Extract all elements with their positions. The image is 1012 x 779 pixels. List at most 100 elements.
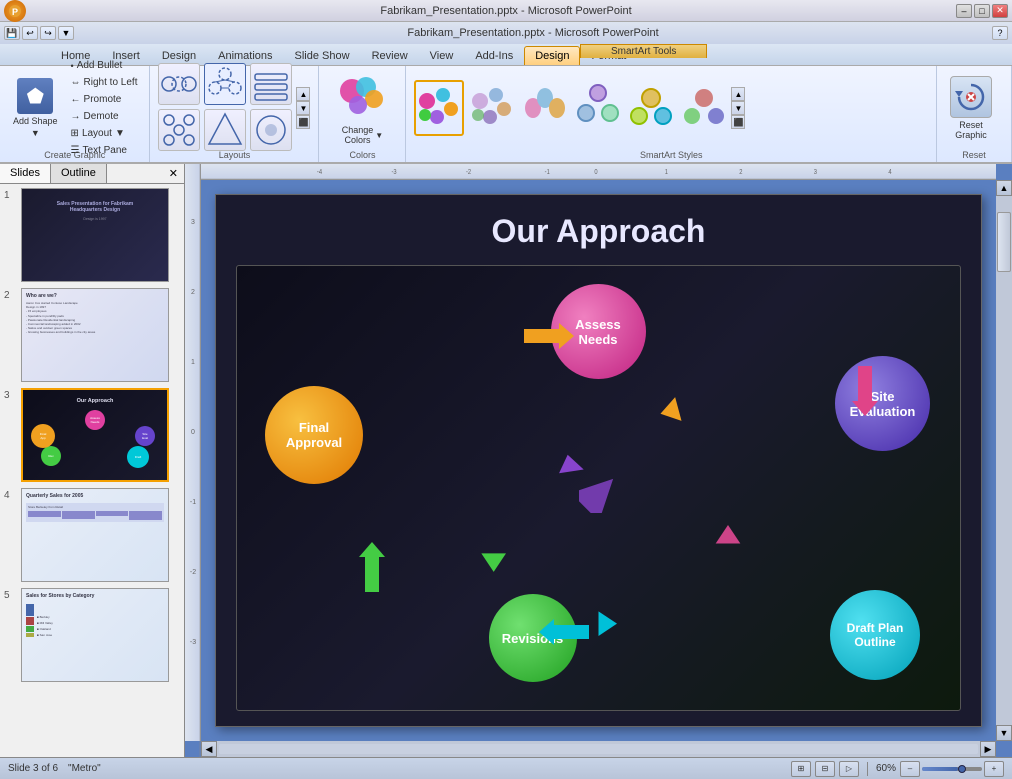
reset-graphic-button[interactable]: ResetGraphic — [945, 73, 997, 143]
canvas-area: -4 -3 -2 -1 0 1 2 3 4 3 2 1 0 -1 -2 -3 — [185, 164, 1012, 757]
undo-quick-btn[interactable]: ↩ — [22, 26, 38, 40]
arrow-4 — [357, 542, 387, 595]
menu-quick-btn[interactable]: ▼ — [58, 26, 74, 40]
status-right: ⊞ ⊟ ▷ 60% – + — [791, 761, 1004, 777]
slide-item-5[interactable]: 5 Sales for Stores by Category — [4, 588, 180, 682]
promote-button[interactable]: ← Promote — [67, 92, 142, 107]
slide-thumb-5[interactable]: Sales for Stores by Category ■ Berkley■ … — [21, 588, 169, 682]
quick-access-toolbar: 💾 ↩ ↪ ▼ Fabrikam_Presentation.pptx - Mic… — [0, 22, 1012, 44]
add-bullet-button[interactable]: • Add Bullet — [67, 58, 142, 73]
slide-canvas: Our Approach — [215, 194, 982, 727]
slide-item-3[interactable]: 3 Our Approach AssessNeeds SiteEval Draf… — [4, 388, 180, 482]
zoom-slider[interactable] — [922, 767, 982, 771]
zoom-level: 60% — [876, 763, 896, 774]
restore-button[interactable]: □ — [974, 4, 990, 18]
layouts-expand[interactable]: ⬛ — [296, 115, 310, 129]
scroll-right-button[interactable]: ▶ — [980, 741, 996, 757]
vertical-ruler: 3 2 1 0 -1 -2 -3 — [185, 164, 201, 741]
ribbon-tabs: Home Insert Design Animations Slide Show… — [0, 44, 1012, 66]
horizontal-scrollbar[interactable]: ◀ ▶ — [201, 741, 996, 757]
right-to-left-button[interactable]: ⇔ Right to Left — [67, 75, 142, 90]
layouts-scroll-up[interactable]: ▲ — [296, 87, 310, 101]
scroll-up-button[interactable]: ▲ — [996, 180, 1012, 196]
arrow-5 — [579, 473, 619, 516]
diagram-area[interactable]: AssessNeeds SiteEvaluation Draft PlanOut… — [236, 265, 961, 711]
svg-text:P: P — [12, 7, 18, 17]
svg-text:-3: -3 — [391, 169, 397, 177]
zoom-in-button[interactable]: + — [984, 761, 1004, 777]
layout-option-2[interactable] — [204, 63, 246, 105]
close-button[interactable]: ✕ — [992, 4, 1008, 18]
style-swatch-6[interactable] — [679, 80, 729, 136]
panel-close-button[interactable]: ✕ — [163, 164, 184, 183]
status-bar: Slide 3 of 6 "Metro" ⊞ ⊟ ▷ 60% – + — [0, 757, 1012, 779]
style-swatch-4[interactable] — [573, 80, 623, 136]
style-swatch-3[interactable] — [520, 80, 570, 136]
style-swatch-2[interactable] — [467, 80, 517, 136]
slide-sorter-button[interactable]: ⊟ — [815, 761, 835, 777]
title-bar: P Fabrikam_Presentation.pptx - Microsoft… — [0, 0, 1012, 22]
layout-option-6[interactable] — [250, 109, 292, 151]
layout-option-1[interactable] — [158, 63, 200, 105]
layout-option-3[interactable] — [250, 63, 292, 105]
final-approval-node[interactable]: FinalApproval — [265, 386, 363, 484]
svg-text:4: 4 — [888, 169, 892, 177]
styles-scroll-down[interactable]: ▼ — [731, 101, 745, 115]
slide-thumb-2[interactable]: Who are we? Aaron Cox started Contoso La… — [21, 288, 169, 382]
draft-plan-node[interactable]: Draft PlanOutline — [830, 590, 920, 680]
scroll-thumb-vertical[interactable] — [997, 212, 1011, 272]
normal-view-button[interactable]: ⊞ — [791, 761, 811, 777]
tab-view[interactable]: View — [419, 46, 465, 65]
reset-section: ResetGraphic Reset — [937, 66, 1012, 162]
slide-thumb-1[interactable]: Sales Presentation for FabrikamHeadquart… — [21, 188, 169, 282]
slide-title-area: Our Approach — [216, 195, 981, 260]
help-btn[interactable]: ? — [992, 26, 1008, 40]
change-colors-button[interactable]: ChangeColors ▼ — [327, 68, 397, 148]
tab-addins[interactable]: Add-Ins — [464, 46, 524, 65]
styles-expand[interactable]: ⬛ — [731, 115, 745, 129]
layout-button[interactable]: ⊞ Layout ▼ — [67, 126, 142, 141]
smartart-tab-design[interactable]: Design — [524, 46, 580, 65]
zoom-controls: – + — [900, 761, 1004, 777]
style-swatch-1[interactable] — [414, 80, 464, 136]
ribbon: ⬟ Add Shape ▼ • Add Bullet ⇔ Right to Le… — [0, 66, 1012, 164]
svg-text:-3: -3 — [190, 639, 196, 646]
outline-tab[interactable]: Outline — [51, 164, 107, 183]
layout-option-5[interactable] — [204, 109, 246, 151]
zoom-thumb[interactable] — [958, 765, 966, 773]
slide-item-1[interactable]: 1 Sales Presentation for FabrikamHeadqua… — [4, 188, 180, 282]
redo-quick-btn[interactable]: ↪ — [40, 26, 56, 40]
slideshow-button[interactable]: ▷ — [839, 761, 859, 777]
slide-item-4[interactable]: 4 Quarterly Sales for 2005 Store Berkele… — [4, 488, 180, 582]
layout-option-4[interactable] — [158, 109, 200, 151]
scroll-left-button[interactable]: ◀ — [201, 741, 217, 757]
vertical-scrollbar[interactable]: ▲ ▼ — [996, 180, 1012, 741]
tab-slideshow[interactable]: Slide Show — [284, 46, 361, 65]
minimize-button[interactable]: – — [956, 4, 972, 18]
layouts-scroll-down[interactable]: ▼ — [296, 101, 310, 115]
slide-thumb-3[interactable]: Our Approach AssessNeeds SiteEval Draft … — [21, 388, 169, 482]
slides-tab[interactable]: Slides — [0, 164, 51, 183]
title-bar-left: P — [4, 0, 30, 22]
slide-info: Slide 3 of 6 — [8, 763, 58, 774]
svg-text:-2: -2 — [190, 569, 196, 576]
arrow-2 — [850, 366, 880, 419]
svg-text:-2: -2 — [466, 169, 472, 177]
save-quick-btn[interactable]: 💾 — [4, 26, 20, 40]
app-title-bar: Fabrikam_Presentation.pptx - Microsoft P… — [76, 27, 990, 39]
add-shape-button[interactable]: ⬟ Add Shape ▼ — [8, 75, 63, 141]
scroll-down-button[interactable]: ▼ — [996, 725, 1012, 741]
horizontal-ruler: -4 -3 -2 -1 0 1 2 3 4 — [201, 164, 996, 180]
smartart-styles-section: ▲ ▼ ⬛ SmartArt Styles — [406, 66, 937, 162]
zoom-out-button[interactable]: – — [900, 761, 920, 777]
demote-button[interactable]: → Demote — [67, 109, 142, 124]
tab-review[interactable]: Review — [361, 46, 419, 65]
slide-thumb-4[interactable]: Quarterly Sales for 2005 Store Berkeley … — [21, 488, 169, 582]
slide-item-2[interactable]: 2 Who are we? Aaron Cox started Contoso … — [4, 288, 180, 382]
office-button[interactable]: P — [4, 0, 26, 22]
slide-list: 1 Sales Presentation for FabrikamHeadqua… — [0, 184, 184, 757]
slide-number-4: 4 — [4, 488, 16, 501]
style-swatch-5[interactable] — [626, 80, 676, 136]
create-graphic-section: ⬟ Add Shape ▼ • Add Bullet ⇔ Right to Le… — [0, 66, 150, 162]
styles-scroll-up[interactable]: ▲ — [731, 87, 745, 101]
